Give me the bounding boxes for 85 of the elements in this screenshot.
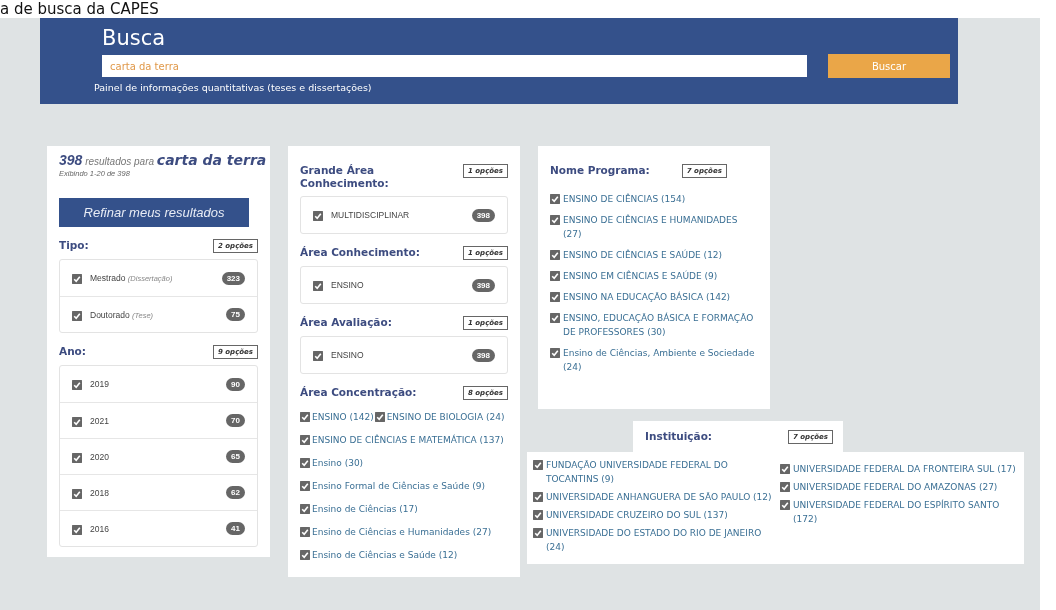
facet-link[interactable]: ENSINO DE CIÊNCIAS (154): [550, 192, 686, 206]
facet-title: Área Avaliação:: [300, 316, 393, 329]
count-badge: 62: [226, 486, 245, 499]
facet-link[interactable]: ENSINO (142): [312, 410, 374, 424]
count-badge: 70: [226, 414, 245, 427]
page-title: Busca: [102, 25, 166, 52]
facet-option[interactable]: ENSINO: [331, 280, 464, 290]
facet-option[interactable]: ENSINO: [331, 350, 464, 360]
checkbox[interactable]: [300, 550, 310, 560]
facet-title: Grande Área Conhecimento:: [300, 164, 390, 190]
checkbox[interactable]: [313, 351, 323, 361]
facet-option[interactable]: 2021: [90, 415, 219, 426]
facet-link[interactable]: UNIVERSIDADE DO ESTADO DO RIO DE JANEIRO (24): [533, 526, 778, 554]
facet-link[interactable]: Ensino de Ciências, Ambiente e Sociedade (24): [550, 346, 758, 374]
checkbox[interactable]: [780, 464, 790, 474]
checkbox[interactable]: [72, 416, 82, 427]
results-summary: 398 resultados para carta da terra: [59, 152, 267, 168]
facet-link[interactable]: UNIVERSIDADE CRUZEIRO DO SUL (137): [533, 508, 778, 522]
checkbox[interactable]: [313, 211, 323, 221]
facet-title: Instituição:: [645, 430, 713, 443]
checkbox[interactable]: [550, 215, 560, 225]
checkbox[interactable]: [550, 250, 560, 260]
facet-link[interactable]: UNIVERSIDADE FEDERAL DO ESPÍRITO SANTO (172): [780, 498, 1025, 526]
panel-link[interactable]: Painel de informações quantitativas (teses e dissertações): [94, 82, 372, 93]
count-badge: 75: [226, 308, 245, 321]
facet-link[interactable]: Ensino de Ciências e Saúde (12): [312, 548, 458, 562]
facet-link[interactable]: UNIVERSIDADE FEDERAL DO AMAZONAS (27): [780, 480, 1025, 494]
checkbox[interactable]: [550, 313, 560, 323]
count-badge: 323: [221, 271, 245, 285]
facet-link[interactable]: ENSINO DE CIÊNCIAS E MATEMÁTICA (137): [312, 433, 504, 447]
facet-link[interactable]: FUNDAÇÃO UNIVERSIDADE FEDERAL DO TOCANTINS (9): [533, 458, 778, 486]
checkbox[interactable]: [533, 510, 543, 520]
facet-link[interactable]: ENSINO, EDUCAÇÃO BÁSICA E FORMAÇÃO DE PROFESSORES (30): [550, 311, 758, 339]
checkbox[interactable]: [72, 524, 82, 535]
checkbox[interactable]: [313, 281, 323, 291]
checkbox[interactable]: [300, 504, 310, 514]
count-badge: 41: [226, 522, 245, 535]
facet-title: Ano:: [59, 345, 87, 358]
facet-title: Área Concentração:: [300, 386, 418, 399]
facet-link[interactable]: Ensino Formal de Ciências e Saúde (9): [312, 479, 486, 493]
checkbox[interactable]: [374, 412, 385, 422]
checkbox[interactable]: [533, 528, 543, 538]
checkbox[interactable]: [550, 348, 560, 358]
facet-option[interactable]: 2016: [90, 523, 219, 534]
caption: a de busca da CAPES: [0, 0, 160, 18]
facet-link[interactable]: Ensino de Ciências e Humanidades (27): [312, 525, 492, 539]
checkbox[interactable]: [300, 458, 310, 468]
checkbox[interactable]: [550, 194, 560, 204]
checkbox[interactable]: [72, 310, 82, 321]
checkbox[interactable]: [780, 482, 790, 492]
facet-link[interactable]: ENSINO EM CIÊNCIAS E SAÚDE (9): [550, 269, 718, 283]
facet-link[interactable]: ENSINO DE BIOLOGIA (24): [386, 410, 505, 424]
facet-link[interactable]: UNIVERSIDADE ANHANGUERA DE SÃO PAULO (12): [533, 490, 778, 504]
checkbox[interactable]: [300, 435, 310, 445]
checkbox[interactable]: [533, 492, 543, 502]
count-badge: 90: [226, 377, 245, 391]
count-badge: 398: [471, 348, 495, 362]
checkbox[interactable]: [72, 488, 82, 499]
facet-link[interactable]: ENSINO NA EDUCAÇÃO BÁSICA (142): [550, 290, 731, 304]
checkbox[interactable]: [300, 412, 310, 422]
checkbox[interactable]: [533, 460, 543, 470]
checkbox[interactable]: [72, 274, 82, 284]
checkbox[interactable]: [550, 292, 560, 302]
facet-title: Área Conhecimento:: [300, 246, 420, 259]
facet-option[interactable]: 2019: [90, 379, 219, 389]
count-badge: 398: [471, 278, 495, 292]
facet-option[interactable]: MULTIDISCIPLINAR: [331, 210, 464, 220]
checkbox[interactable]: [300, 481, 310, 491]
count-badge: 65: [226, 450, 245, 463]
facet-link[interactable]: Ensino de Ciências (17): [312, 502, 418, 516]
facet-option[interactable]: 2018: [90, 487, 219, 498]
refine-button[interactable]: Refinar meus resultados: [59, 198, 249, 227]
count-badge: 398: [471, 208, 495, 222]
facet-title: Tipo:: [59, 239, 90, 252]
facet-link[interactable]: ENSINO DE CIÊNCIAS E HUMANIDADES (27): [550, 213, 758, 241]
checkbox[interactable]: [72, 380, 82, 390]
checkbox[interactable]: [550, 271, 560, 281]
facet-option[interactable]: 2020: [90, 451, 219, 462]
facet-link[interactable]: ENSINO DE CIÊNCIAS E SAÚDE (12): [550, 248, 723, 262]
facet-link[interactable]: Ensino (30): [312, 456, 364, 470]
checkbox[interactable]: [300, 527, 310, 537]
facet-link[interactable]: UNIVERSIDADE FEDERAL DA FRONTEIRA SUL (17): [780, 462, 1025, 476]
checkbox[interactable]: [72, 452, 82, 463]
facet-title: Nome Programa:: [550, 164, 650, 177]
checkbox[interactable]: [780, 500, 790, 510]
